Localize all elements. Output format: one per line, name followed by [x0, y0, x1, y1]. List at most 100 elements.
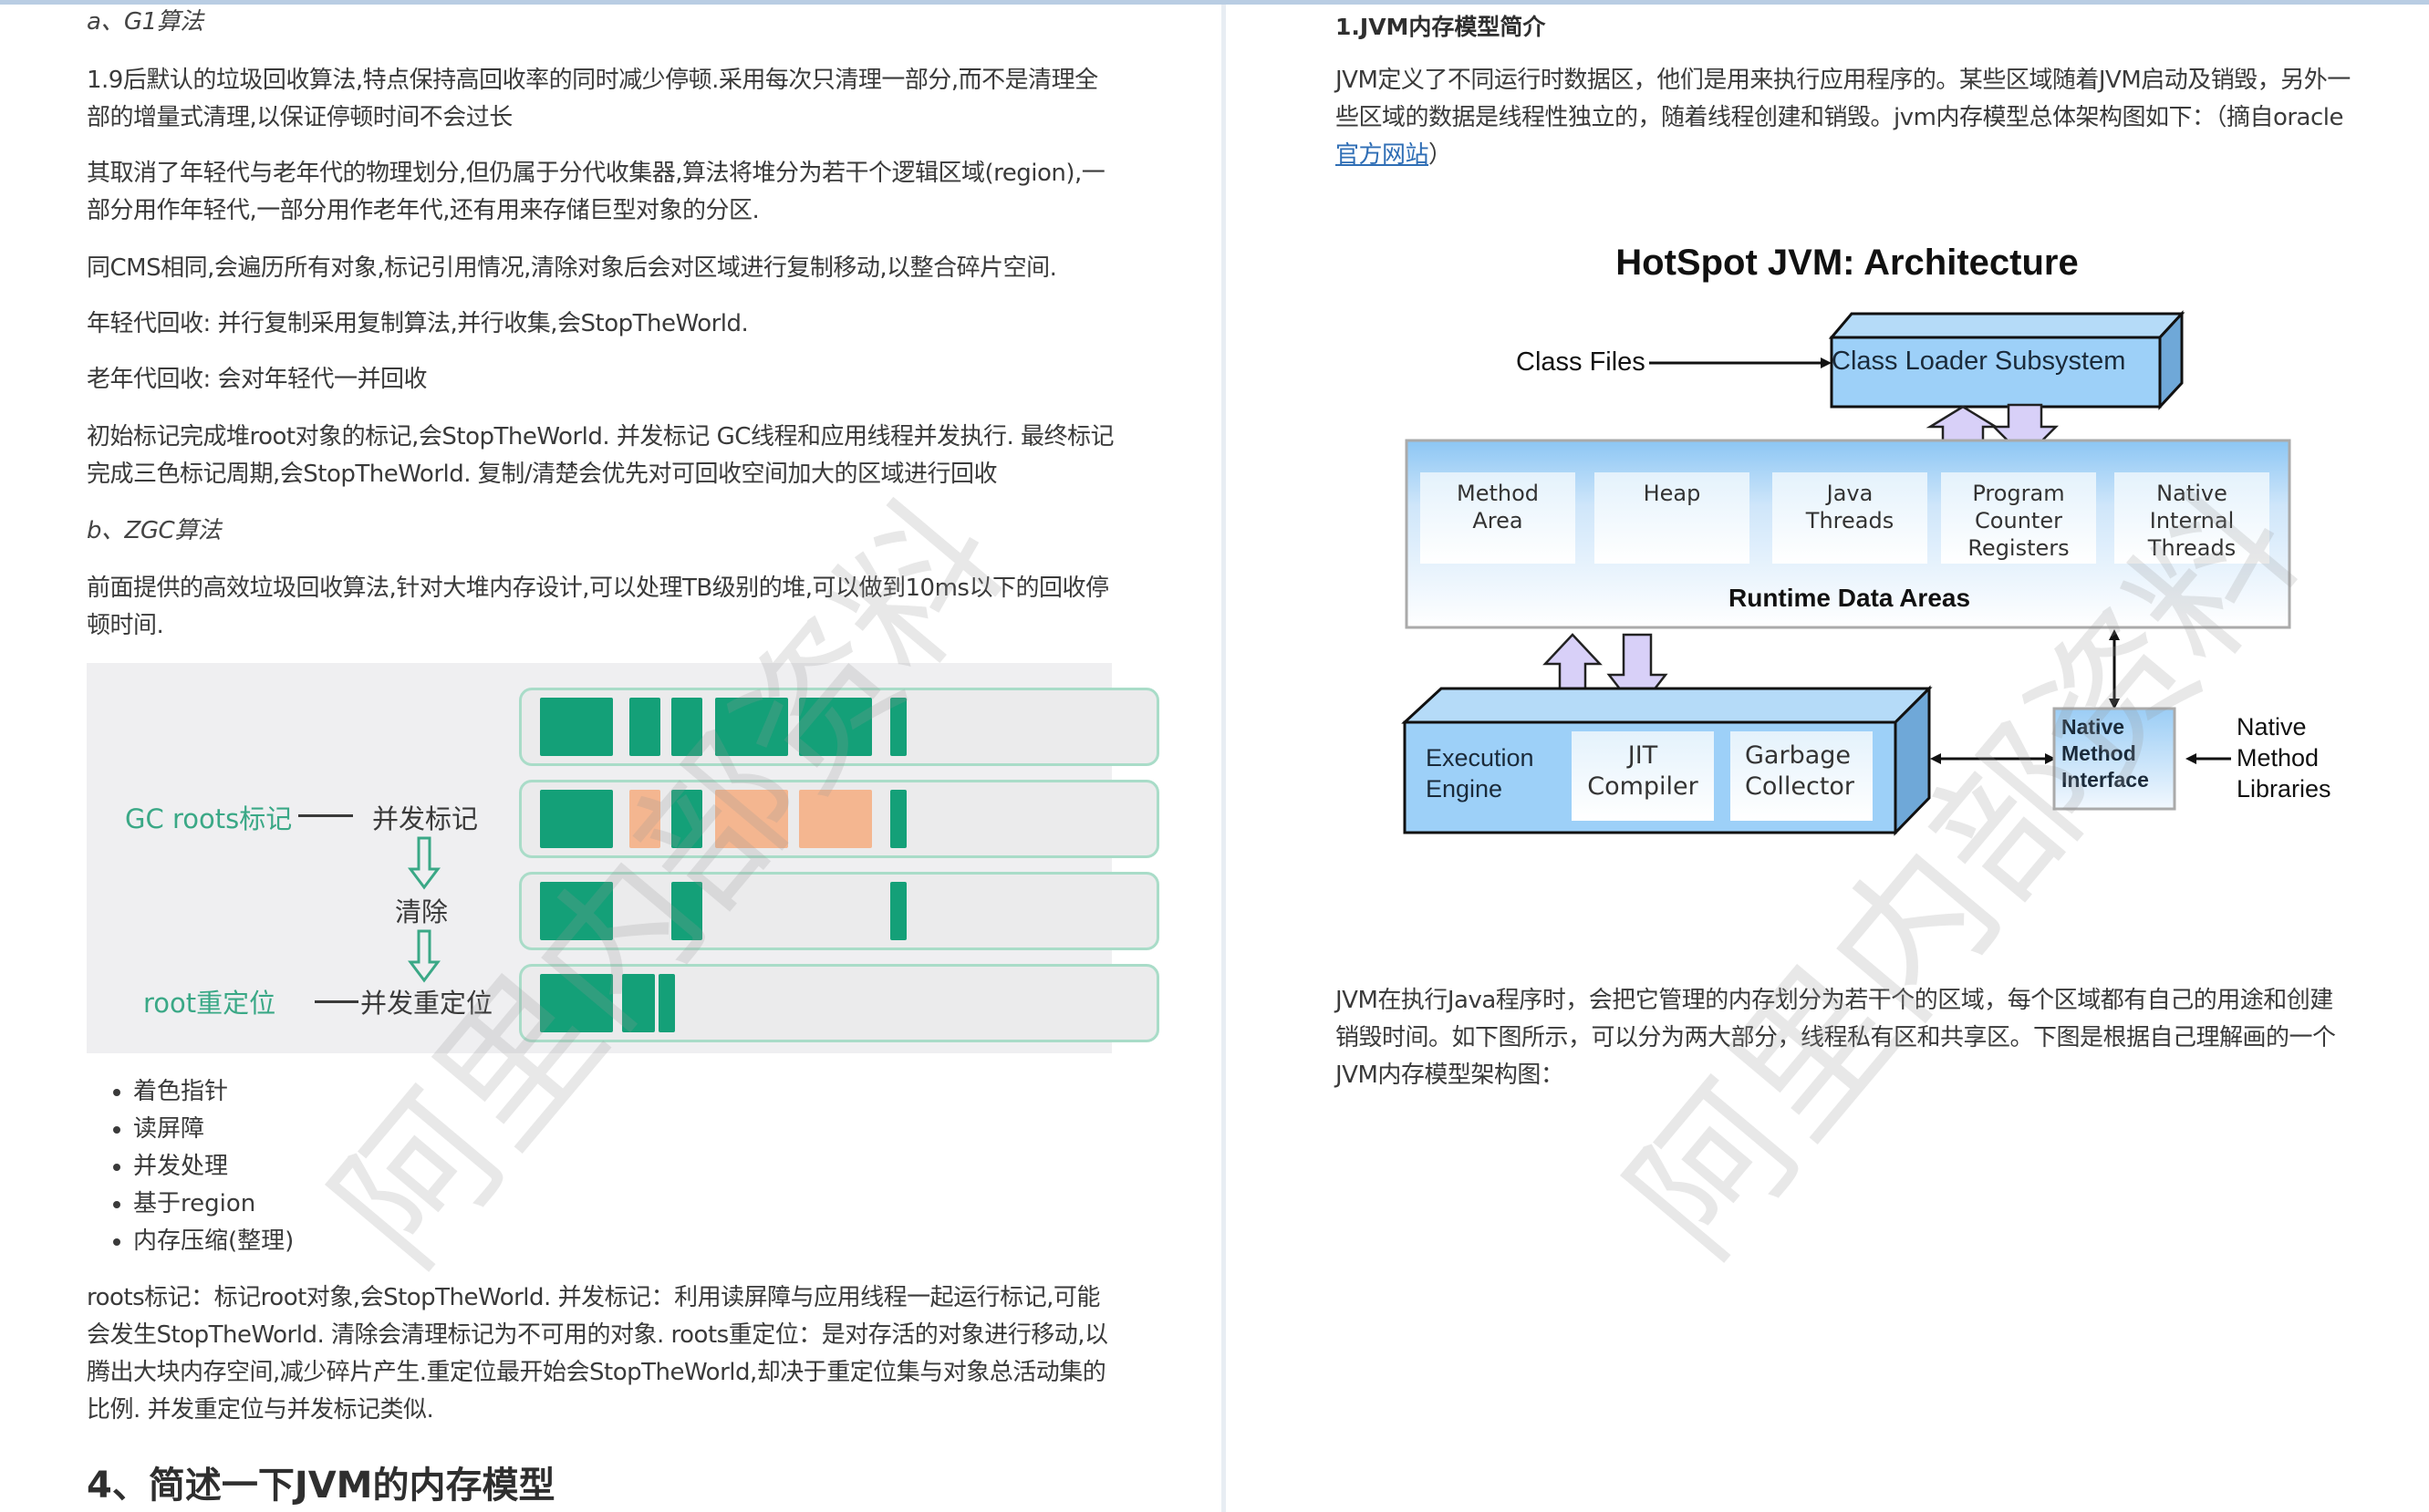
intro-line-2: 些区域的数据是线程性独立的，随着线程创建和销毁。jvm内存模型总体架构图如下：（…: [1335, 104, 2343, 131]
execution-engine-label: Execution Engine: [1426, 742, 1534, 804]
live-region-block: [629, 698, 660, 756]
right-page-title: 1.JVM内存模型简介: [1335, 14, 1546, 40]
zgc-features-list: 着色指针 读屏障 并发处理 基于region 内存压缩(整理): [99, 1073, 294, 1260]
gc-line-1: Garbage: [1745, 741, 1852, 770]
program-counter-registers-cell-line: Registers: [1967, 535, 2070, 561]
bottom-line-3: JVM内存模型架构图：: [1335, 1062, 1564, 1089]
zgc-para-line-1: 前面提供的高效垃圾回收算法,针对大堆内存设计,可以处理TB级别的堆,可以做到10…: [87, 575, 1109, 602]
class-files-label: Class Files: [1516, 347, 1645, 377]
nml-line-2: Method: [2237, 744, 2320, 772]
live-region-block: [659, 974, 675, 1032]
nmi-line-3: Interface: [2061, 768, 2149, 792]
zgc-heading: b、ZGC算法: [87, 517, 222, 544]
g1-para-6-line-1: 初始标记完成堆root对象的标记,会StopTheWorld. 并发标记 GC线…: [87, 423, 1115, 450]
g1-para-6-line-2: 完成三色标记周期,会StopTheWorld. 复制/清楚会优先对可回收空间加大…: [87, 461, 998, 488]
jit-compiler-box: JIT Compiler: [1572, 731, 1714, 821]
intro-tail: ）: [1428, 141, 1452, 169]
list-item: 内存压缩(整理): [133, 1223, 294, 1260]
garbage-collector-box: Garbage Collector: [1730, 731, 1873, 821]
class-loader-label: Class Loader Subsystem: [1832, 347, 2126, 376]
g1-para-4: 年轻代回收: 并行复制采用复制算法,并行收集,会StopTheWorld.: [87, 310, 749, 337]
nml-line-1: Native: [2237, 713, 2307, 740]
live-region-block: [540, 882, 613, 940]
zgc-para-line-2: 顿时间.: [87, 612, 164, 639]
heap-row-initial: [519, 688, 1159, 766]
native-method-interface-label: Native Method Interface: [2061, 714, 2149, 793]
java-threads-cell-line: Threads: [1805, 508, 1894, 533]
live-region-block: [540, 790, 613, 848]
live-region-block: [890, 698, 907, 756]
execution-engine-line-2: Engine: [1426, 775, 1503, 803]
oracle-site-link[interactable]: 官方网站: [1335, 141, 1429, 169]
method-area-cell: Method Area: [1420, 472, 1575, 564]
live-region-block: [799, 698, 872, 756]
nml-line-3: Libraries: [2237, 775, 2331, 803]
concurrent-relocate-label: 并发重定位: [360, 988, 493, 1019]
zgc-explain-line-4: 比例. 并发重定位与并发标记类似.: [87, 1396, 434, 1424]
program-counter-registers-cell: Program Counter Registers: [1941, 472, 2096, 564]
g1-para-3: 同CMS相同,会遍历所有对象,标记引用情况,清除对象后会对区域进行复制移动,以整…: [87, 254, 1057, 282]
list-item: 基于region: [133, 1186, 294, 1223]
bottom-line-1: JVM在执行Java程序时，会把它管理的内存划分为若干个的区域，每个区域都有自己…: [1335, 987, 2333, 1014]
native-internal-threads-cell-line: Threads: [2147, 535, 2237, 561]
down-arrow-icon: [408, 836, 441, 890]
down-arrow-icon: [408, 929, 441, 983]
zgc-explain-line-2: 会发生StopTheWorld. 清除会清理标记为不可用的对象. roots重定…: [87, 1321, 1108, 1349]
live-region-block: [715, 698, 788, 756]
java-threads-cell-line: Java: [1826, 481, 1874, 506]
garbage-region-block: [799, 790, 872, 848]
garbage-region-block: [629, 790, 660, 848]
diagram-title: HotSpot JVM: Architecture: [1615, 243, 2079, 283]
g1-para-1-line-2: 部的增量式清理,以保证停顿时间不会过长: [87, 104, 513, 131]
zgc-phase-diagram: GC roots标记 并发标记 清除 root重定位 并发重定位: [87, 663, 1159, 1053]
heap-row-marked: [519, 780, 1159, 858]
intro-line-1: JVM定义了不同运行时数据区，他们是用来执行应用程序的。某些区域随着JVM启动及…: [1335, 67, 2351, 94]
arrow-right-icon: [1821, 357, 1832, 368]
gc-roots-mark-label: GC roots标记: [125, 803, 293, 834]
method-area-cell-line: Method: [1456, 481, 1539, 506]
live-region-block: [890, 790, 907, 848]
live-region-block: [622, 974, 655, 1032]
page-divider: [1221, 5, 1226, 1512]
program-counter-registers-cell-line: Counter: [1975, 508, 2062, 533]
concurrent-mark-label: 并发标记: [372, 803, 479, 834]
zgc-explain-line-1: roots标记：标记root对象,会StopTheWorld. 并发标记：利用读…: [87, 1284, 1100, 1311]
g1-para-2-line-2: 部分用作年轻代,一部分用作老年代,还有用来存储巨型对象的分区.: [87, 197, 760, 224]
top-bar: [0, 0, 2429, 5]
list-item: 着色指针: [133, 1073, 294, 1111]
arrow-right-icon: [298, 814, 353, 817]
sweep-label: 清除: [395, 896, 449, 927]
g1-heading: a、G1算法: [87, 8, 203, 36]
execution-engine-line-1: Execution: [1426, 744, 1534, 772]
native-internal-threads-cell-line: Internal: [2149, 508, 2235, 533]
g1-para-2-line-1: 其取消了年轻代与老年代的物理划分,但仍属于分代收集器,算法将堆分为若干个逻辑区域…: [87, 160, 1106, 187]
heap-row-swept: [519, 872, 1159, 950]
program-counter-registers-cell-line: Program: [1972, 481, 2065, 506]
live-region-block: [671, 698, 702, 756]
java-threads-cell: Java Threads: [1772, 472, 1927, 564]
heap-cell-line: Heap: [1643, 481, 1701, 506]
live-region-block: [671, 882, 702, 940]
gc-line-2: Collector: [1745, 772, 1855, 801]
native-internal-threads-cell: Native Internal Threads: [2114, 472, 2269, 564]
class-loader-top: [1828, 312, 2185, 339]
live-region-block: [540, 698, 613, 756]
method-area-cell-line: Area: [1472, 508, 1523, 533]
nmi-line-1: Native: [2061, 715, 2125, 739]
jit-line-1: JIT: [1627, 741, 1658, 770]
live-region-block: [540, 974, 613, 1032]
section-heading: 4、简述一下JVM的内存模型: [87, 1465, 555, 1507]
live-region-block: [671, 790, 702, 848]
native-internal-threads-cell-line: Native: [2156, 481, 2227, 506]
root-relocate-label: root重定位: [143, 988, 276, 1019]
heap-row-relocated: [519, 964, 1159, 1042]
jit-line-2: Compiler: [1587, 772, 1698, 801]
bottom-line-2: 销毁时间。如下图所示，可以分为两大部分，线程私有区和共享区。下图是根据自己理解画…: [1335, 1024, 2336, 1051]
arrow-right-icon: [315, 1000, 358, 1003]
heap-cell: Heap: [1594, 472, 1749, 564]
zgc-explain-line-3: 腾出大块内存空间,减少碎片产生.重定位最开始会StopTheWorld,却决于重…: [87, 1359, 1106, 1386]
live-region-block: [890, 882, 907, 940]
g1-para-1-line-1: 1.9后默认的垃圾回收算法,特点保持高回收率的同时减少停顿.采用每次只清理一部分…: [87, 67, 1098, 94]
list-item: 并发处理: [133, 1148, 294, 1186]
garbage-region-block: [715, 790, 788, 848]
